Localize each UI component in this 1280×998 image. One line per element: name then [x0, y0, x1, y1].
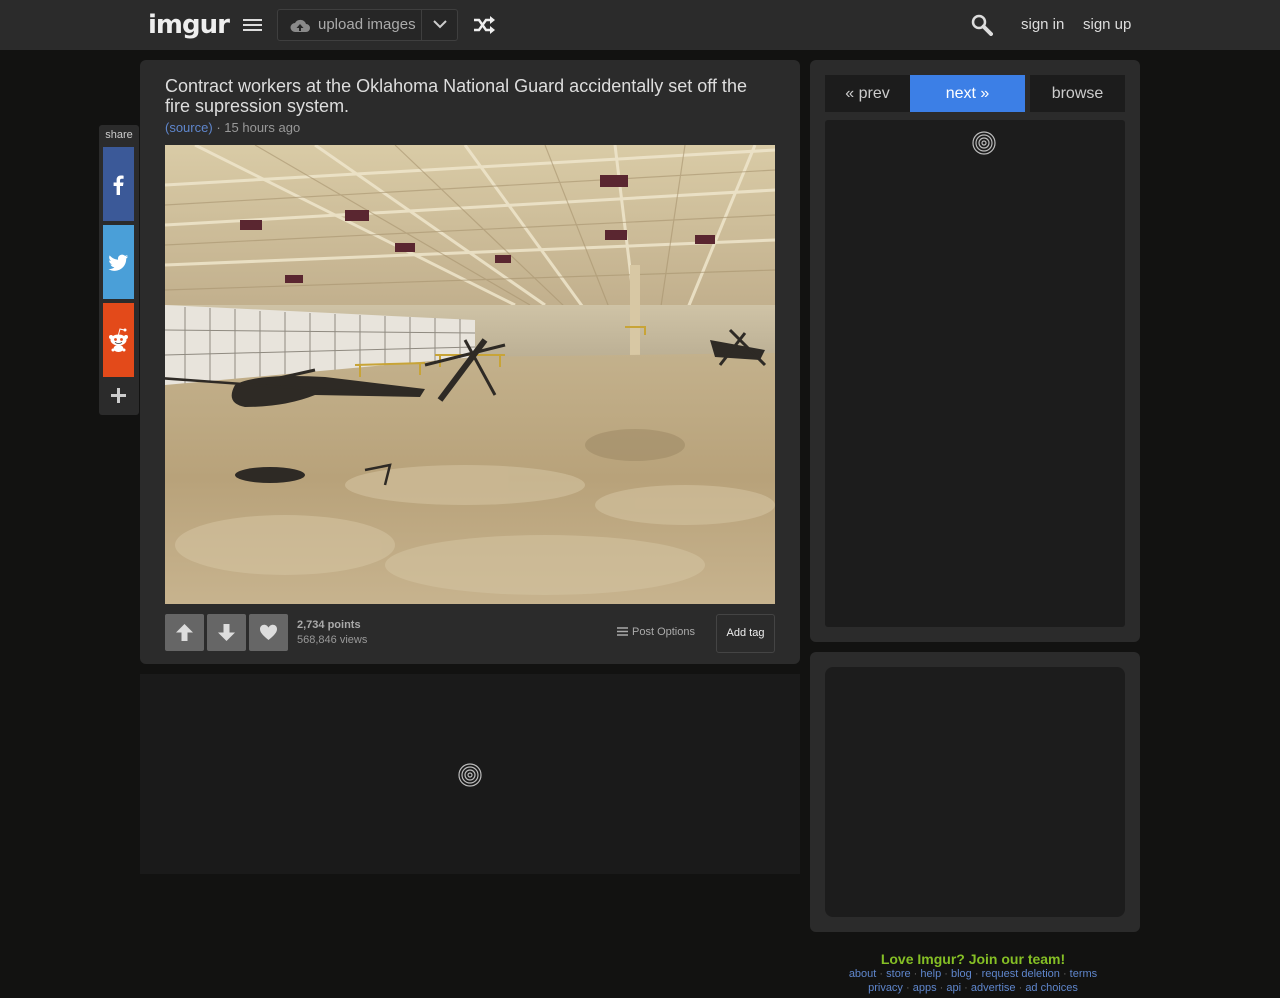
join-team-link[interactable]: Love Imgur? Join our team! — [810, 951, 1136, 967]
upload-images-label: upload images — [318, 16, 416, 33]
post-options-label: Post Options — [632, 626, 695, 638]
footer-link-privacy[interactable]: privacy — [868, 982, 903, 994]
footer-link-request-deletion[interactable]: request deletion — [982, 968, 1060, 980]
sign-in-link[interactable]: sign in — [1021, 16, 1064, 33]
footer-link-api[interactable]: api — [946, 982, 961, 994]
footer-link-apps[interactable]: apps — [913, 982, 937, 994]
share-bar: share — [99, 125, 139, 415]
gallery-sidebar: « prev next » browse — [810, 60, 1140, 642]
arrow-down-icon — [218, 624, 235, 641]
loading-spinner-icon — [458, 763, 482, 787]
heart-icon — [260, 624, 277, 640]
loading-spinner-icon — [972, 131, 996, 155]
views-count: 568,846 views — [297, 634, 368, 646]
source-link[interactable]: (source) — [165, 120, 213, 135]
sign-up-link[interactable]: sign up — [1083, 16, 1131, 33]
upload-control: upload images — [277, 9, 458, 41]
shuffle-icon[interactable] — [473, 16, 495, 34]
footer-link-advertise[interactable]: advertise — [971, 982, 1016, 994]
footer-link-blog[interactable]: blog — [951, 968, 972, 980]
share-label: share — [105, 129, 133, 141]
footer-link-about[interactable]: about — [849, 968, 877, 980]
downvote-button[interactable] — [207, 614, 246, 651]
imgur-logo[interactable]: imgur — [148, 10, 230, 40]
facebook-share-button[interactable] — [103, 147, 134, 221]
comments-area — [140, 674, 800, 874]
twitter-share-button[interactable] — [103, 225, 134, 299]
cloud-upload-icon — [290, 19, 310, 32]
arrow-up-icon — [176, 624, 193, 641]
footer-link-help[interactable]: help — [920, 968, 941, 980]
footer-links-row1: about · store · help · blog · request de… — [848, 968, 1098, 980]
facebook-icon — [113, 175, 124, 195]
add-tag-button[interactable]: Add tag — [716, 614, 775, 653]
menu-icon[interactable] — [243, 19, 262, 31]
upload-images-button[interactable]: upload images — [278, 10, 422, 40]
post-title: Contract workers at the Oklahoma Nationa… — [165, 76, 747, 116]
post-time: 15 hours ago — [224, 120, 301, 135]
twitter-icon — [108, 254, 129, 271]
upload-dropdown-button[interactable] — [423, 10, 458, 40]
footer-links-row2: privacy · apps · api · advertise · ad ch… — [868, 982, 1078, 994]
footer-link-terms[interactable]: terms — [1070, 968, 1098, 980]
ad-panel — [810, 652, 1140, 932]
plus-icon — [111, 388, 126, 403]
favorite-button[interactable] — [249, 614, 288, 651]
post-image[interactable] — [165, 145, 775, 604]
post-options-button[interactable]: Post Options — [617, 626, 695, 638]
next-button[interactable]: next » — [910, 75, 1025, 112]
list-icon — [617, 627, 628, 636]
points-count: 2,734 points — [297, 619, 361, 631]
post-container: Contract workers at the Oklahoma Nationa… — [140, 60, 800, 664]
search-icon[interactable] — [971, 14, 993, 36]
gallery-thumbnails — [825, 120, 1125, 627]
hangar-foam-photo — [165, 145, 775, 604]
meta-separator: · — [216, 120, 221, 135]
prev-button[interactable]: « prev — [825, 75, 910, 112]
footer-link-ad-choices[interactable]: ad choices — [1025, 982, 1078, 994]
chevron-down-icon — [433, 20, 447, 29]
footer-link-store[interactable]: store — [886, 968, 910, 980]
ad-slot — [825, 667, 1125, 917]
browse-button[interactable]: browse — [1030, 75, 1125, 112]
reddit-icon — [109, 328, 128, 352]
more-share-button[interactable] — [103, 381, 134, 410]
post-meta: (source) · 15 hours ago — [165, 120, 300, 135]
top-bar: imgur upload images sign in sign up — [0, 0, 1280, 50]
upvote-button[interactable] — [165, 614, 204, 651]
reddit-share-button[interactable] — [103, 303, 134, 377]
